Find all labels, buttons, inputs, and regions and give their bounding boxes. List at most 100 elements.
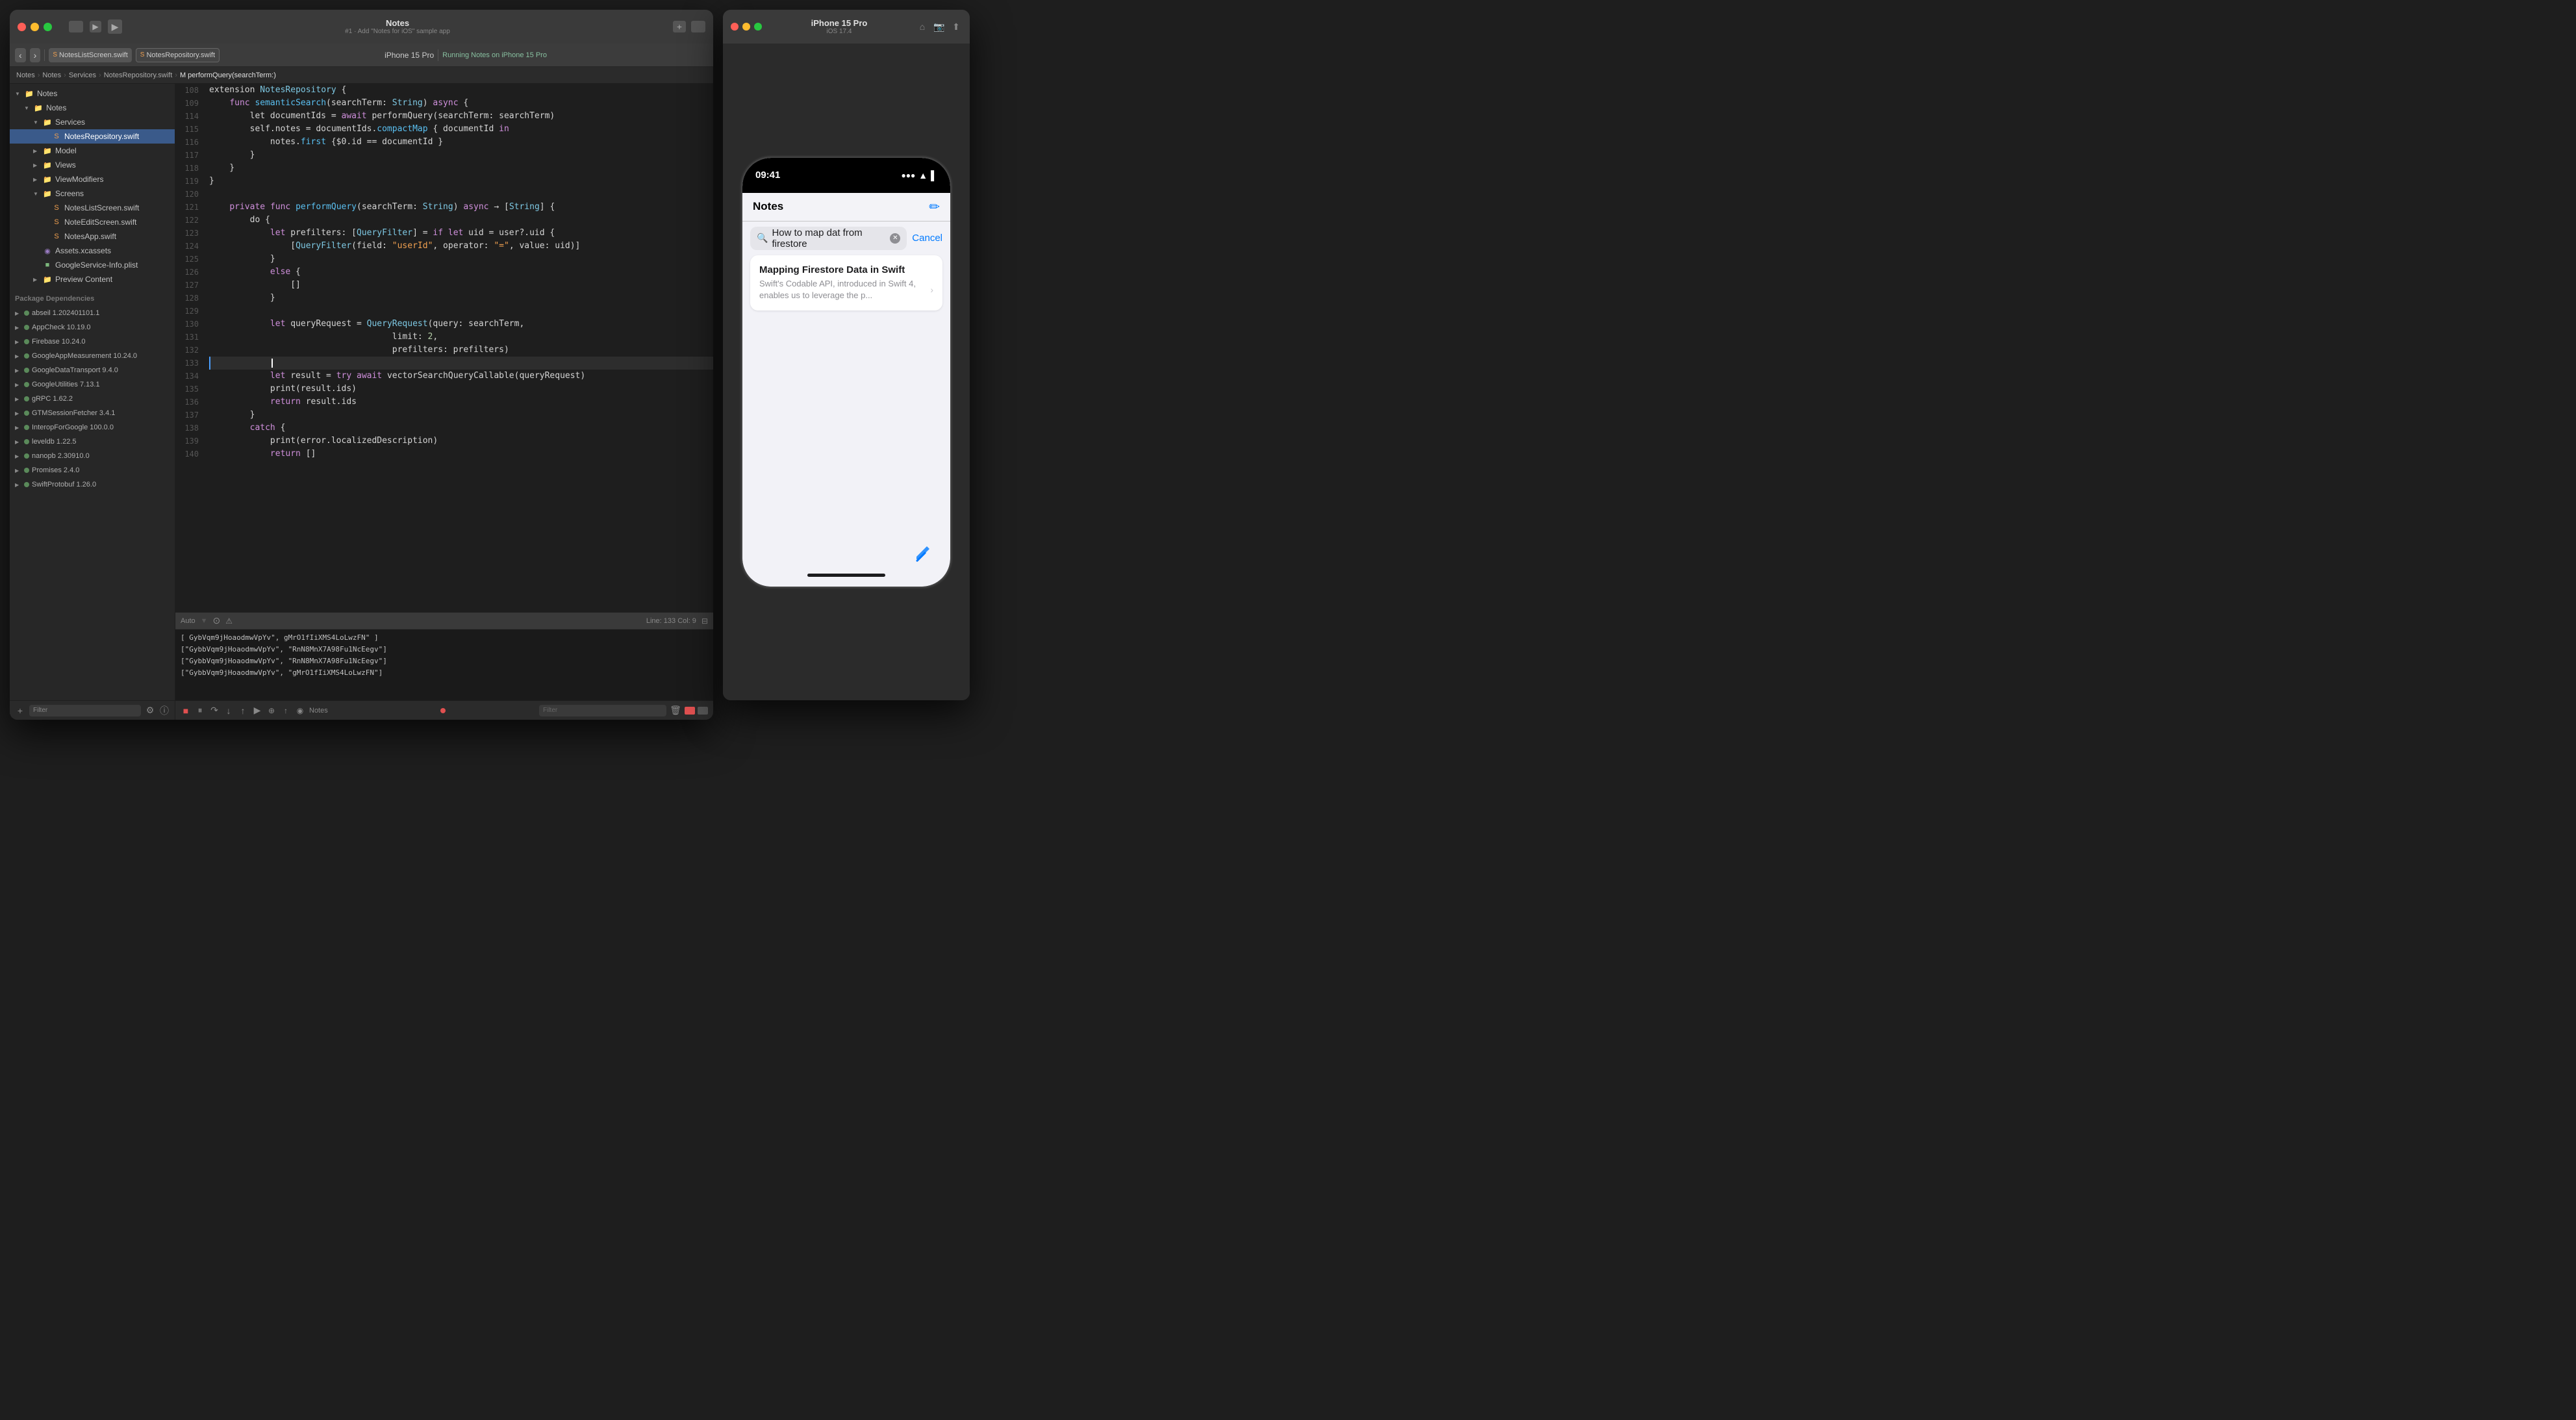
bc-services[interactable]: Services [69, 71, 96, 79]
sidebar-item-notesapp[interactable]: S NotesApp.swift [10, 229, 175, 244]
pkg-googlemeasurement[interactable]: ▶ GoogleAppMeasurement 10.24.0 [10, 349, 175, 363]
sidebar-filter-input[interactable]: Filter [29, 705, 141, 716]
pkg-swiftprotobuf[interactable]: ▶ SwiftProtobuf 1.26.0 [10, 477, 175, 492]
sidebar-item-model[interactable]: ▶ 📁 Model [10, 144, 175, 158]
bc-notes[interactable]: Notes [16, 71, 35, 79]
code-line[interactable]: } [209, 292, 713, 305]
code-line[interactable]: let documentIds = await performQuery(sea… [209, 110, 713, 123]
code-line[interactable]: extension NotesRepository { [209, 84, 713, 97]
code-line[interactable]: } [209, 149, 713, 162]
code-editor[interactable]: 1081091141151161171181191201211221231241… [175, 84, 713, 720]
sidebar-item-notes-project[interactable]: ▼ 📁 Notes [10, 86, 175, 101]
sidebar-item-services[interactable]: ▼ 📁 Services [10, 115, 175, 129]
step-into-icon[interactable]: ↓ [223, 705, 234, 716]
sim-home-icon[interactable]: ⌂ [916, 21, 928, 32]
bc-notes2[interactable]: Notes [42, 71, 61, 79]
sidebar-item-screens[interactable]: ▼ 📁 Screens [10, 186, 175, 201]
code-line[interactable]: else { [209, 266, 713, 279]
code-line[interactable]: } [209, 175, 713, 188]
scheme-button[interactable]: ▶ [90, 21, 101, 32]
debug-filter-input[interactable]: Filter [539, 705, 666, 716]
sidebar-toggle-button[interactable] [69, 21, 83, 32]
step-over-icon[interactable]: ↷ [209, 705, 220, 716]
code-line[interactable]: catch { [209, 422, 713, 435]
code-line[interactable]: print(result.ids) [209, 383, 713, 396]
pkg-gtmsession[interactable]: ▶ GTMSessionFetcher 3.4.1 [10, 406, 175, 420]
noteslistscreen-tab[interactable]: S NotesListScreen.swift [49, 48, 131, 62]
sidebar-item-noteslistscreen[interactable]: S NotesListScreen.swift [10, 201, 175, 215]
pkg-leveldb[interactable]: ▶ leveldb 1.22.5 [10, 435, 175, 449]
code-line[interactable]: func semanticSearch(searchTerm: String) … [209, 97, 713, 110]
compose-button[interactable] [909, 539, 937, 567]
trash-icon[interactable]: 🗑 [670, 705, 681, 716]
code-line[interactable]: prefilters: prefilters) [209, 344, 713, 357]
pkg-interopforgoogle[interactable]: ▶ InteropForGoogle 100.0.0 [10, 420, 175, 435]
pkg-googleutilities[interactable]: ▶ GoogleUtilities 7.13.1 [10, 377, 175, 392]
code-line[interactable]: } [209, 253, 713, 266]
status-control-icon[interactable]: ⊙ [213, 615, 221, 626]
debug-icon[interactable]: ■ [181, 705, 191, 716]
sim-minimize[interactable] [742, 23, 750, 31]
code-line[interactable]: let queryRequest = QueryRequest(query: s… [209, 318, 713, 331]
code-line[interactable]: return result.ids [209, 396, 713, 409]
code-line[interactable]: let result = try await vectorSearchQuery… [209, 370, 713, 383]
pkg-firebase[interactable]: ▶ Firebase 10.24.0 [10, 335, 175, 349]
code-line[interactable] [209, 357, 713, 370]
sidebar-item-views[interactable]: ▶ 📁 Views [10, 158, 175, 172]
code-line[interactable]: self.notes = documentIds.compactMap { do… [209, 123, 713, 136]
sidebar-item-assets[interactable]: ◉ Assets.xcassets [10, 244, 175, 258]
view-icon-1[interactable] [685, 707, 695, 715]
sim-close[interactable] [731, 23, 739, 31]
sidebar-item-notesrepository[interactable]: S NotesRepository.swift [10, 129, 175, 144]
code-line[interactable]: [QueryFilter(field: "userId", operator: … [209, 240, 713, 253]
settings-icon[interactable]: ⚙ [145, 705, 155, 716]
code-line[interactable]: let prefilters: [QueryFilter] = if let u… [209, 227, 713, 240]
sidebar-item-noteeditscreen[interactable]: S NoteEditScreen.swift [10, 215, 175, 229]
search-clear-button[interactable]: ✕ [890, 233, 900, 244]
bc-file[interactable]: NotesRepository.swift [104, 71, 173, 79]
code-line[interactable]: do { [209, 214, 713, 227]
sidebar-item-preview-content[interactable]: ▶ 📁 Preview Content [10, 272, 175, 286]
search-bar[interactable]: 🔍 How to map dat from firestore ✕ [750, 227, 907, 250]
add-file-button[interactable]: + [15, 705, 25, 716]
sim-share-icon[interactable]: ⬆ [950, 21, 962, 32]
code-line[interactable]: limit: 2, [209, 331, 713, 344]
sidebar-item-notes-group[interactable]: ▼ 📁 Notes [10, 101, 175, 115]
status-expand-icon[interactable]: ⊟ [701, 616, 708, 626]
sidebar-item-viewmodifiers[interactable]: ▶ 📁 ViewModifiers [10, 172, 175, 186]
code-line[interactable] [209, 188, 713, 201]
back-button[interactable]: ‹ [15, 48, 26, 62]
code-line[interactable]: notes.first {$0.id == documentId } [209, 136, 713, 149]
code-content[interactable]: 1081091141151161171181191201211221231241… [175, 84, 713, 612]
location-icon[interactable]: ⊕ [266, 705, 277, 716]
sim-screenshot-icon[interactable]: 📷 [933, 21, 945, 32]
pkg-grpc[interactable]: ▶ gRPC 1.62.2 [10, 392, 175, 406]
pkg-abseil[interactable]: ▶ abseil 1.202401101.1 [10, 306, 175, 320]
notesrepository-tab[interactable]: S NotesRepository.swift [136, 48, 220, 62]
code-line[interactable]: private func performQuery(searchTerm: St… [209, 201, 713, 214]
step-out-icon[interactable]: ↑ [238, 705, 248, 716]
code-lines[interactable]: extension NotesRepository { func semanti… [204, 84, 713, 612]
add-button[interactable]: + [673, 21, 686, 32]
pkg-googledatatransport[interactable]: ▶ GoogleDataTransport 9.4.0 [10, 363, 175, 377]
continue-icon[interactable]: ▶ [252, 705, 262, 716]
maximize-button[interactable] [44, 23, 52, 31]
search-input-text[interactable]: How to map dat from firestore [772, 227, 886, 249]
bc-method[interactable]: M performQuery(searchTerm:) [180, 71, 276, 79]
layout-button[interactable] [691, 21, 705, 32]
forward-button[interactable]: › [30, 48, 41, 62]
code-line[interactable]: return [] [209, 448, 713, 461]
code-line[interactable]: [] [209, 279, 713, 292]
share-icon[interactable]: ↑ [281, 705, 291, 716]
compose-nav-icon[interactable]: ✏ [929, 199, 940, 215]
code-line[interactable]: print(error.localizedDescription) [209, 435, 713, 448]
capture-icon[interactable]: ◉ [295, 705, 305, 716]
pkg-promises[interactable]: ▶ Promises 2.4.0 [10, 463, 175, 477]
info-icon[interactable]: ⓘ [159, 705, 170, 716]
view-icon-2[interactable] [698, 707, 708, 715]
search-cancel-button[interactable]: Cancel [912, 233, 942, 244]
close-button[interactable] [18, 23, 26, 31]
code-line[interactable]: } [209, 409, 713, 422]
pkg-nanopb[interactable]: ▶ nanopb 2.30910.0 [10, 449, 175, 463]
code-line[interactable] [209, 305, 713, 318]
